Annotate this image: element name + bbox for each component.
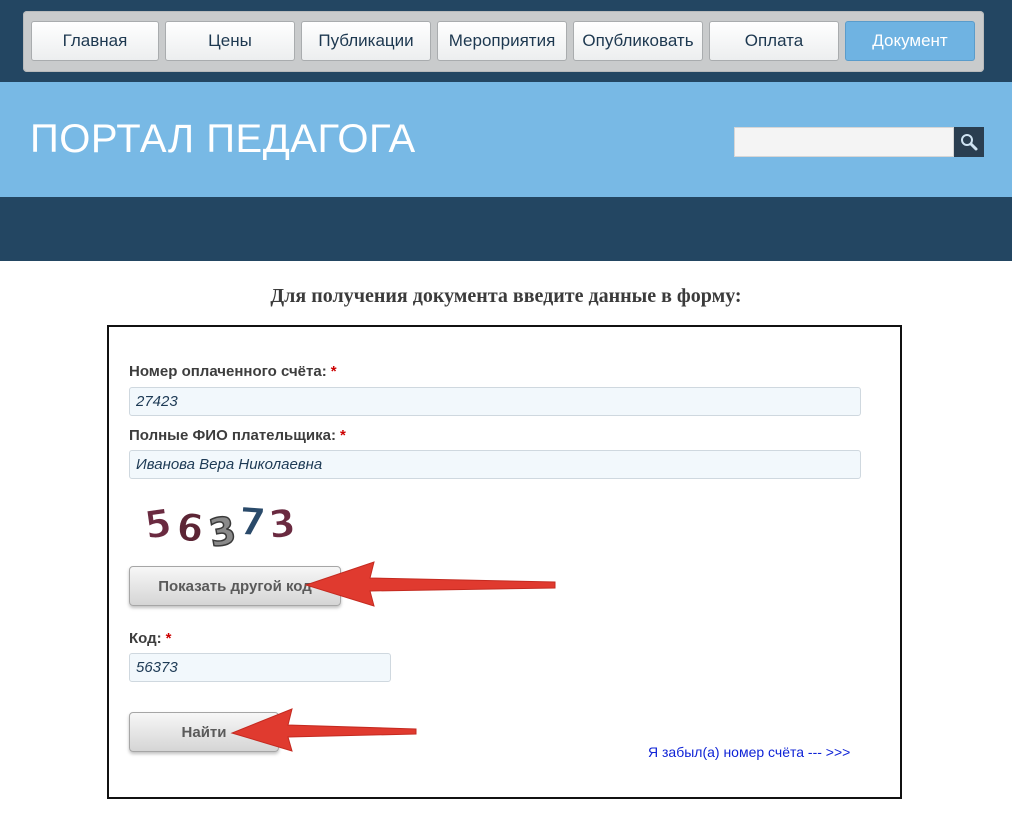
search-icon (961, 134, 978, 151)
nav-item-home[interactable]: Главная (31, 21, 159, 61)
site-title[interactable]: ПОРТАЛ ПЕДАГОГА (30, 117, 416, 162)
nav-item-events[interactable]: Мероприятия (437, 21, 567, 61)
captcha-image: 5 6 3 7 3 (143, 499, 298, 552)
captcha-digit: 6 (175, 505, 206, 552)
top-navigation-bar: Главная Цены Публикации Мероприятия Опуб… (0, 0, 1012, 82)
captcha-digit: 3 (267, 501, 298, 548)
captcha-digit: 7 (238, 499, 267, 545)
invoice-number-field[interactable] (129, 387, 861, 416)
nav-menu: Главная Цены Публикации Мероприятия Опуб… (23, 11, 984, 72)
nav-item-document[interactable]: Документ (845, 21, 975, 61)
captcha-digit: 5 (143, 500, 174, 547)
invoice-number-label-text: Номер оплаченного счёта: (129, 363, 327, 380)
find-button[interactable]: Найти (129, 712, 279, 752)
search-input[interactable] (734, 127, 954, 157)
payer-name-label-text: Полные ФИО плательщика: (129, 427, 336, 444)
nav-item-publications[interactable]: Публикации (301, 21, 431, 61)
captcha-code-field[interactable] (129, 653, 391, 682)
payer-name-label: Полные ФИО плательщика: * (129, 427, 346, 444)
required-mark: * (340, 427, 346, 444)
captcha-digit: 3 (206, 508, 240, 552)
form-heading: Для получения документа введите данные в… (270, 285, 742, 307)
show-another-code-button[interactable]: Показать другой код (129, 566, 341, 606)
code-label-text: Код: (129, 630, 162, 647)
search-button[interactable] (954, 127, 984, 157)
forgot-invoice-link[interactable]: Я забыл(а) номер счёта --- >>> (648, 744, 850, 760)
header-dark-band (0, 197, 1012, 261)
required-mark: * (330, 363, 337, 380)
nav-item-publish[interactable]: Опубликовать (573, 21, 703, 61)
invoice-number-label: Номер оплаченного счёта: * (129, 363, 337, 380)
nav-item-prices[interactable]: Цены (165, 21, 295, 61)
payer-name-field[interactable] (129, 450, 861, 479)
nav-item-payment[interactable]: Оплата (709, 21, 839, 61)
code-label: Код: * (129, 630, 171, 647)
required-mark: * (165, 630, 172, 647)
